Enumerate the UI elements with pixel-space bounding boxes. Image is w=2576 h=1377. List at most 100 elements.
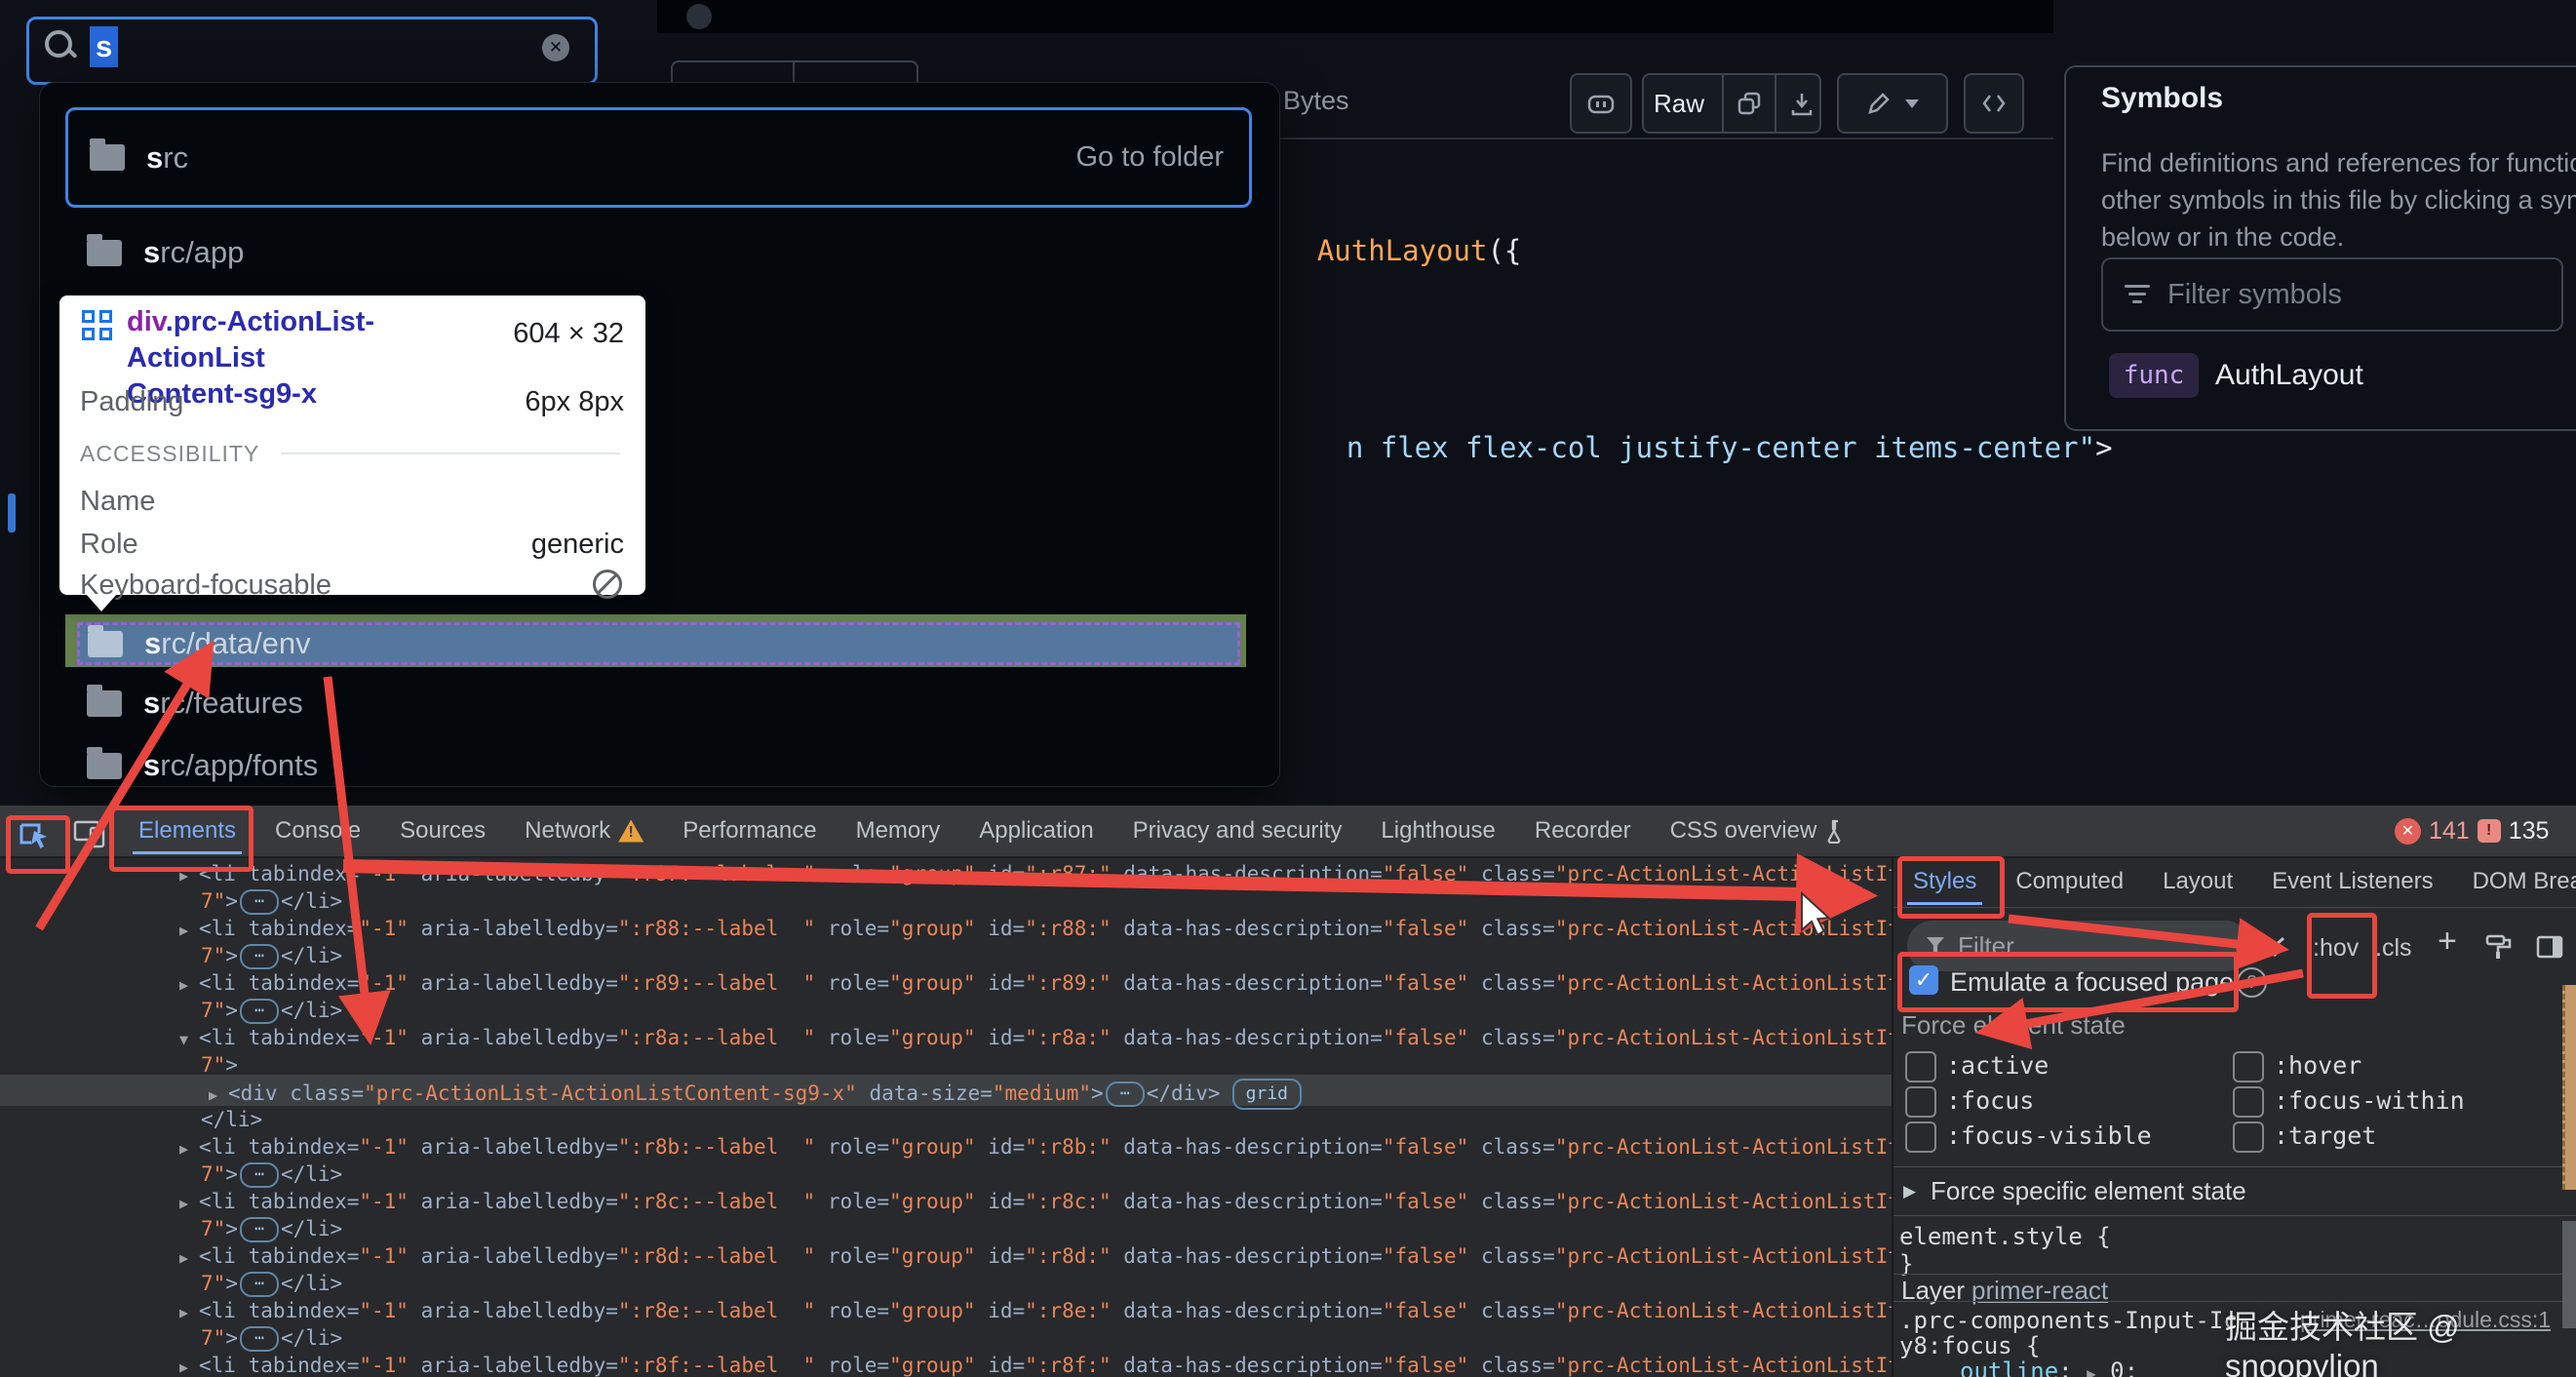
tree-node-r8f[interactable]: ▶ <li tabindex="-1" aria-labelledby=":r8f… — [179, 1352, 1892, 1377]
role-value: generic — [530, 529, 624, 560]
section-divider — [1893, 1166, 2576, 1167]
expand-inline-button[interactable]: ⋯ — [239, 1217, 279, 1242]
sidebar-tab-dom-breakpoints[interactable]: DOM Breakpoints — [2453, 856, 2576, 907]
symbol-name[interactable]: AuthLayout — [2215, 359, 2363, 392]
symbols-description: Find definitions and references for func… — [2101, 148, 2576, 252]
tree-node-r8e[interactable]: ▶ <li tabindex="-1" aria-labelledby=":r8e… — [179, 1297, 1892, 1326]
css-declaration-outline[interactable]: outline: ▶ 0; — [1960, 1357, 2138, 1377]
pseudo-label-focus-within: :focus-within — [2274, 1086, 2465, 1115]
tree-node-r8c[interactable]: ▶ <li tabindex="-1" aria-labelledby=":r8c… — [179, 1188, 1892, 1217]
css-rule-selector-line2[interactable]: y8:focus { — [1899, 1332, 2041, 1359]
checkbox-focus-within[interactable] — [2233, 1086, 2264, 1118]
search-input-value[interactable]: s — [90, 26, 119, 67]
tab-memory[interactable]: Memory — [837, 806, 960, 856]
tree-node-r8a[interactable]: ▼ <li tabindex="-1" aria-labelledby=":r8a… — [179, 1024, 1892, 1053]
tab-performance[interactable]: Performance — [663, 806, 836, 856]
toggle-device-toolbar-button[interactable] — [72, 817, 107, 855]
tab-privacy-and-security[interactable]: Privacy and security — [1113, 806, 1362, 856]
sidebar-tab-layout[interactable]: Layout — [2143, 856, 2252, 907]
tab-console[interactable]: Console — [255, 806, 380, 856]
tab-recorder[interactable]: Recorder — [1515, 806, 1651, 856]
tab-sources[interactable]: Sources — [380, 806, 505, 856]
tree-node-r87[interactable]: ▶ <li tabindex="-1" aria-labelledby=":r87… — [179, 860, 1892, 889]
filter-symbols-input[interactable] — [2166, 277, 2491, 312]
copilot-icon — [1587, 95, 1615, 114]
coarse-mode-button[interactable] — [2260, 932, 2289, 966]
pseudo-label-focus-visible: :focus-visible — [1946, 1121, 2152, 1150]
help-icon[interactable]: ? — [2237, 967, 2267, 998]
paint-roller-icon — [2485, 934, 2512, 959]
sidebar-tab-event-listeners[interactable]: Event Listeners — [2252, 856, 2452, 907]
checkbox-focus-visible[interactable] — [1905, 1121, 1936, 1153]
error-count: 141 — [2429, 816, 2470, 845]
pseudo-label-active: :active — [1946, 1051, 2049, 1080]
avatar[interactable] — [686, 4, 712, 29]
tree-node-r88[interactable]: ▶ <li tabindex="-1" aria-labelledby=":r88… — [179, 915, 1892, 944]
download-raw-button[interactable] — [1776, 75, 1827, 132]
pseudo-label-target: :target — [2274, 1121, 2377, 1150]
checkbox-active[interactable] — [1905, 1051, 1936, 1082]
expand-inline-button[interactable]: ⋯ — [239, 944, 279, 969]
expand-arrow-icon[interactable]: ▶ — [1903, 1182, 1916, 1201]
code-line-1: AuthLayout({ — [1316, 234, 1522, 267]
tab-network[interactable]: Network! — [505, 806, 663, 856]
panel-divider[interactable] — [1892, 856, 1893, 1377]
symbols-pane-toggle-button[interactable] — [1964, 73, 2024, 134]
checkbox-target[interactable] — [2233, 1121, 2264, 1153]
tree-node-close[interactable]: </li> — [201, 1106, 1892, 1133]
download-icon — [1791, 94, 1813, 116]
tree-node-wrap-r8e[interactable]: 7"> ⋯ </li> — [201, 1324, 1892, 1352]
highlight-box-styles-tab — [1897, 856, 2005, 919]
edit-file-button[interactable] — [1837, 73, 1948, 134]
sidebar-tab-computed[interactable]: Computed — [1996, 856, 2143, 907]
github-top-bar — [657, 0, 2053, 33]
finder-item-src[interactable]: src Go to folder — [65, 107, 1252, 208]
tree-node-wrap-r8a[interactable]: 7"> — [201, 1051, 1892, 1079]
clear-search-button[interactable]: ✕ — [542, 34, 569, 61]
force-specific-element-state[interactable]: Force specific element state — [1931, 1176, 2246, 1206]
tree-node-r8b[interactable]: ▶ <li tabindex="-1" aria-labelledby=":r8b… — [179, 1133, 1892, 1162]
rendering-emulations-button[interactable] — [2484, 932, 2514, 966]
tooltip-dimensions: 604 × 32 — [513, 318, 624, 349]
checkbox-hover[interactable] — [2233, 1051, 2264, 1082]
element-style-rule[interactable]: element.style { — [1899, 1223, 2111, 1250]
grid-badge-icon — [82, 310, 114, 342]
expand-inline-button[interactable]: ⋯ — [1105, 1082, 1145, 1107]
new-style-rule-button[interactable]: + — [2438, 923, 2457, 961]
expand-inline-button[interactable]: ⋯ — [239, 1326, 279, 1352]
tree-node-wrap-r8b[interactable]: 7"> ⋯ </li> — [201, 1161, 1892, 1188]
copilot-button[interactable] — [1570, 73, 1632, 134]
checkbox-focus[interactable] — [1905, 1086, 1936, 1118]
tree-node-wrap-r8d[interactable]: 7"> ⋯ </li> — [201, 1270, 1892, 1297]
error-icon[interactable]: ✕ — [2395, 817, 2421, 845]
name-label: Name — [80, 486, 156, 517]
tab-application[interactable]: Application — [959, 806, 1112, 856]
tree-node-wrap-r87[interactable]: 7"> ⋯ </li> — [201, 887, 1892, 915]
expand-inline-button[interactable]: ⋯ — [239, 999, 279, 1024]
tree-node-r8d[interactable]: ▶ <li tabindex="-1" aria-labelledby=":r8d… — [179, 1242, 1892, 1272]
tab-lighthouse[interactable]: Lighthouse — [1361, 806, 1514, 856]
raw-button[interactable]: Raw — [1636, 75, 1725, 132]
filter-icon — [2125, 284, 2150, 305]
element-classes-button[interactable]: .cls — [2375, 934, 2412, 963]
section-divider — [281, 452, 620, 454]
expand-inline-button[interactable]: ⋯ — [239, 889, 279, 915]
screenshot-canvas: Bytes Raw AuthLayout({n flex flex-col j… — [0, 0, 2576, 1377]
finder-item-src-features[interactable]: src/features — [65, 679, 1246, 728]
tree-node-wrap-r88[interactable]: 7"> ⋯ </li> — [201, 942, 1892, 969]
issues-icon[interactable]: ! — [2477, 819, 2501, 843]
tree-node-wrap-r89[interactable]: 7"> ⋯ </li> — [201, 997, 1892, 1024]
finder-item-src-app-fonts[interactable]: src/app/fonts — [65, 741, 1246, 790]
copy-raw-button[interactable] — [1724, 75, 1777, 132]
tree-node-r89[interactable]: ▶ <li tabindex="-1" aria-labelledby=":r89… — [179, 969, 1892, 999]
expand-inline-button[interactable]: ⋯ — [239, 1272, 279, 1297]
tree-node-wrap-r8c[interactable]: 7"> ⋯ </li> — [201, 1215, 1892, 1242]
filter-symbols-field[interactable] — [2101, 257, 2563, 332]
tab-label: Layout — [2163, 868, 2234, 894]
tab-label: DOM Breakpoints — [2472, 868, 2576, 894]
show-computed-sidebar-button[interactable] — [2535, 932, 2564, 966]
expand-inline-button[interactable]: ⋯ — [239, 1162, 279, 1188]
finder-item-src-data-env[interactable]: src/data/env — [77, 622, 1240, 665]
tab-css-overview[interactable]: CSS overview — [1651, 806, 1866, 856]
force-element-state-label: Force element state — [1901, 1010, 2126, 1040]
